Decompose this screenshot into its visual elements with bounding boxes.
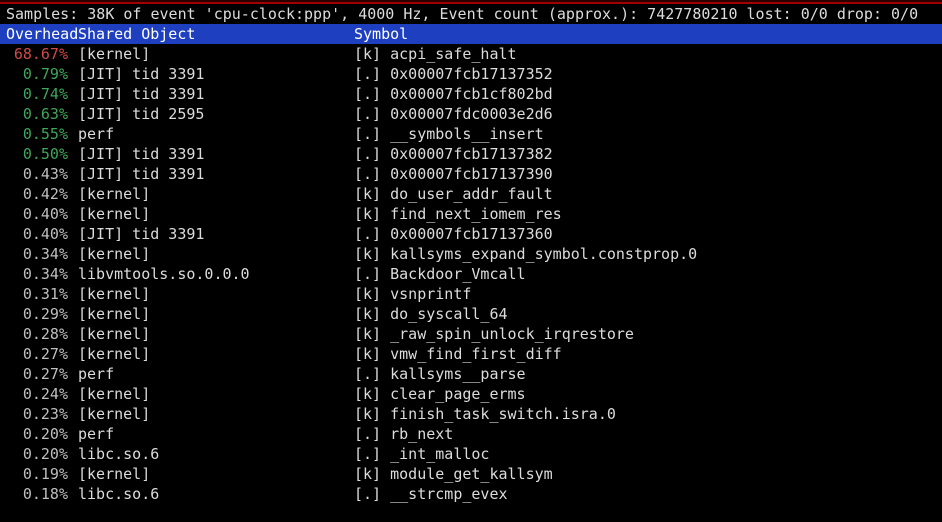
table-row[interactable]: 0.27%[kernel][k] vmw_find_first_diff	[6, 344, 936, 364]
table-row[interactable]: 0.43%[JIT] tid 3391[.] 0x00007fcb1713739…	[6, 164, 936, 184]
overhead-cell: 0.24%	[6, 384, 68, 404]
table-row[interactable]: 0.63%[JIT] tid 2595[.] 0x00007fdc0003e2d…	[6, 104, 936, 124]
perf-report-screen: Samples: 38K of event 'cpu-clock:ppp', 4…	[0, 0, 942, 522]
table-row[interactable]: 0.40%[JIT] tid 3391[.] 0x00007fcb1713736…	[6, 224, 936, 244]
overhead-cell: 0.34%	[6, 264, 68, 284]
symbol-cell: [k] find_next_iomem_res	[354, 204, 562, 224]
table-row[interactable]: 0.34%libvmtools.so.0.0.0[.] Backdoor_Vmc…	[6, 264, 936, 284]
symbol-cell: [k] do_user_addr_fault	[354, 184, 553, 204]
overhead-cell: 0.63%	[6, 104, 68, 124]
table-row[interactable]: 0.19%[kernel][k] module_get_kallsym	[6, 464, 936, 484]
table-row[interactable]: 0.55%perf[.] __symbols__insert	[6, 124, 936, 144]
overhead-cell: 0.23%	[6, 404, 68, 424]
symbol-cell: [k] clear_page_erms	[354, 384, 526, 404]
symbol-cell: [k] finish_task_switch.isra.0	[354, 404, 616, 424]
col-overhead: Overhead	[6, 24, 68, 44]
table-row[interactable]: 0.31%[kernel][k] vsnprintf	[6, 284, 936, 304]
shared-object-cell: [kernel]	[68, 44, 354, 64]
table-row[interactable]: 0.50%[JIT] tid 3391[.] 0x00007fcb1713738…	[6, 144, 936, 164]
overhead-cell: 0.43%	[6, 164, 68, 184]
symbol-cell: [.] rb_next	[354, 424, 453, 444]
overhead-cell: 0.20%	[6, 444, 68, 464]
symbol-cell: [.] 0x00007fcb1cf802bd	[354, 84, 553, 104]
symbol-cell: [.] 0x00007fcb17137352	[354, 64, 553, 84]
overhead-cell: 0.20%	[6, 424, 68, 444]
shared-object-cell: perf	[68, 124, 354, 144]
shared-object-cell: [kernel]	[68, 184, 354, 204]
table-row[interactable]: 0.42%[kernel][k] do_user_addr_fault	[6, 184, 936, 204]
symbol-cell: [k] acpi_safe_halt	[354, 44, 517, 64]
shared-object-cell: [kernel]	[68, 284, 354, 304]
shared-object-cell: libc.so.6	[68, 484, 354, 504]
rows-container[interactable]: 68.67%[kernel][k] acpi_safe_halt0.79%[JI…	[0, 44, 942, 504]
symbol-cell: [.] 0x00007fcb17137390	[354, 164, 553, 184]
table-row[interactable]: 0.29%[kernel][k] do_syscall_64	[6, 304, 936, 324]
shared-object-cell: [JIT] tid 3391	[68, 64, 354, 84]
shared-object-cell: [kernel]	[68, 344, 354, 364]
shared-object-cell: [JIT] tid 3391	[68, 84, 354, 104]
table-row[interactable]: 0.24%[kernel][k] clear_page_erms	[6, 384, 936, 404]
symbol-cell: [k] kallsyms_expand_symbol.constprop.0	[354, 244, 697, 264]
shared-object-cell: libc.so.6	[68, 444, 354, 464]
column-header: OverheadShared ObjectSymbol	[0, 24, 942, 44]
overhead-cell: 0.28%	[6, 324, 68, 344]
overhead-cell: 0.55%	[6, 124, 68, 144]
shared-object-cell: [JIT] tid 3391	[68, 144, 354, 164]
shared-object-cell: [JIT] tid 2595	[68, 104, 354, 124]
overhead-cell: 0.27%	[6, 364, 68, 384]
symbol-cell: [.] Backdoor_Vmcall	[354, 264, 526, 284]
shared-object-cell: [kernel]	[68, 204, 354, 224]
overhead-cell: 0.18%	[6, 484, 68, 504]
overhead-cell: 0.29%	[6, 304, 68, 324]
shared-object-cell: [JIT] tid 3391	[68, 224, 354, 244]
overhead-cell: 0.42%	[6, 184, 68, 204]
col-symbol: Symbol	[354, 24, 408, 44]
overhead-cell: 0.40%	[6, 224, 68, 244]
overhead-cell: 0.34%	[6, 244, 68, 264]
samples-line: Samples: 38K of event 'cpu-clock:ppp', 4…	[0, 4, 942, 24]
overhead-cell: 0.31%	[6, 284, 68, 304]
shared-object-cell: [JIT] tid 3391	[68, 164, 354, 184]
shared-object-cell: perf	[68, 424, 354, 444]
table-row[interactable]: 0.20%libc.so.6[.] _int_malloc	[6, 444, 936, 464]
table-row[interactable]: 68.67%[kernel][k] acpi_safe_halt	[6, 44, 936, 64]
symbol-cell: [.] __symbols__insert	[354, 124, 544, 144]
table-row[interactable]: 0.20%perf[.] rb_next	[6, 424, 936, 444]
table-row[interactable]: 0.79%[JIT] tid 3391[.] 0x00007fcb1713735…	[6, 64, 936, 84]
shared-object-cell: [kernel]	[68, 324, 354, 344]
symbol-cell: [k] do_syscall_64	[354, 304, 508, 324]
symbol-cell: [.] 0x00007fcb17137382	[354, 144, 553, 164]
overhead-cell: 0.40%	[6, 204, 68, 224]
shared-object-cell: [kernel]	[68, 384, 354, 404]
overhead-cell: 0.27%	[6, 344, 68, 364]
table-row[interactable]: 0.27%perf[.] kallsyms__parse	[6, 364, 936, 384]
overhead-cell: 0.74%	[6, 84, 68, 104]
table-row[interactable]: 0.40%[kernel][k] find_next_iomem_res	[6, 204, 936, 224]
symbol-cell: [.] 0x00007fcb17137360	[354, 224, 553, 244]
symbol-cell: [k] vmw_find_first_diff	[354, 344, 562, 364]
overhead-cell: 0.19%	[6, 464, 68, 484]
symbol-cell: [k] module_get_kallsym	[354, 464, 553, 484]
symbol-cell: [k] vsnprintf	[354, 284, 471, 304]
col-shared-object: Shared Object	[68, 24, 354, 44]
shared-object-cell: perf	[68, 364, 354, 384]
symbol-cell: [.] kallsyms__parse	[354, 364, 526, 384]
table-row[interactable]: 0.34%[kernel][k] kallsyms_expand_symbol.…	[6, 244, 936, 264]
symbol-cell: [.] __strcmp_evex	[354, 484, 508, 504]
table-row[interactable]: 0.28%[kernel][k] _raw_spin_unlock_irqres…	[6, 324, 936, 344]
shared-object-cell: [kernel]	[68, 464, 354, 484]
table-row[interactable]: 0.18%libc.so.6[.] __strcmp_evex	[6, 484, 936, 504]
overhead-cell: 68.67%	[6, 44, 68, 64]
shared-object-cell: [kernel]	[68, 244, 354, 264]
shared-object-cell: libvmtools.so.0.0.0	[68, 264, 354, 284]
table-row[interactable]: 0.74%[JIT] tid 3391[.] 0x00007fcb1cf802b…	[6, 84, 936, 104]
shared-object-cell: [kernel]	[68, 404, 354, 424]
shared-object-cell: [kernel]	[68, 304, 354, 324]
table-row[interactable]: 0.23%[kernel][k] finish_task_switch.isra…	[6, 404, 936, 424]
overhead-cell: 0.50%	[6, 144, 68, 164]
symbol-cell: [.] 0x00007fdc0003e2d6	[354, 104, 553, 124]
symbol-cell: [k] _raw_spin_unlock_irqrestore	[354, 324, 634, 344]
symbol-cell: [.] _int_malloc	[354, 444, 489, 464]
overhead-cell: 0.79%	[6, 64, 68, 84]
